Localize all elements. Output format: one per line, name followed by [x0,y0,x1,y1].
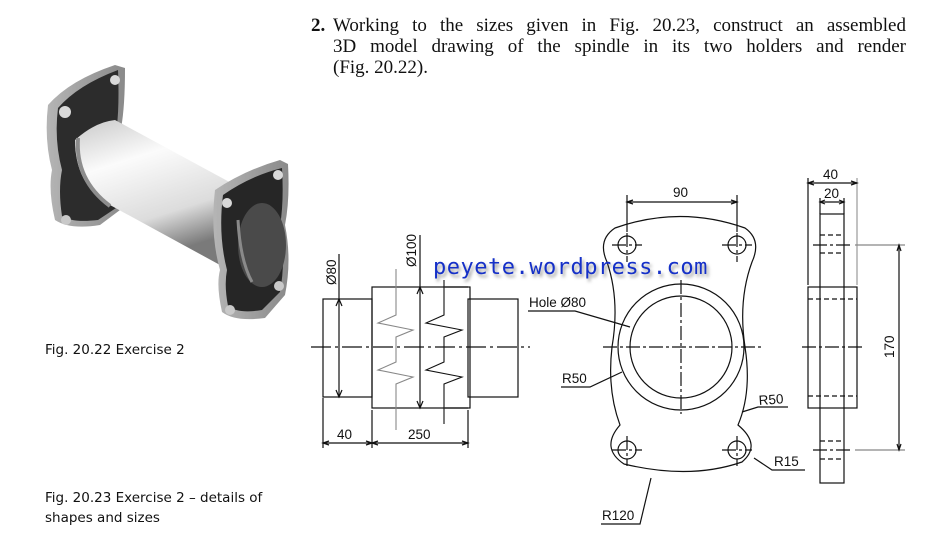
leader-r50-right [741,406,788,413]
holder-side-view [802,178,905,484]
dim-spindle-diameter-large: Ø100 [404,234,419,267]
dim-holder-height: 170 [882,335,897,358]
side-plate [819,213,845,484]
break-line [424,280,464,424]
dim-plate-width: 20 [824,186,839,201]
dim-spindle-diameter-small: Ø80 [324,259,339,285]
dim-overall-width: 40 [823,167,838,182]
dim-hole-spacing: 90 [673,185,688,200]
label-radius-bottom: R120 [602,508,634,523]
break-line [376,269,415,430]
label-radius-right: R50 [758,391,784,408]
spindle-end-left [322,298,373,398]
spindle-end-right [467,298,519,398]
label-radius-corner: R15 [774,454,799,469]
label-hole-diameter: Hole Ø80 [529,295,586,310]
watermark-text: peyete.wordpress.com [433,255,708,280]
label-radius-left: R50 [562,371,587,386]
dim-spindle-length-end: 40 [337,427,352,442]
dim-spindle-length-middle: 250 [408,427,431,442]
holder-front-view [528,195,805,525]
